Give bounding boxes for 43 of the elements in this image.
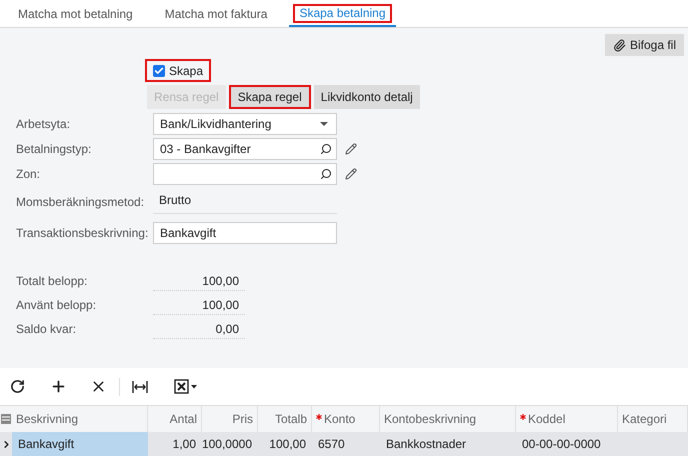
total-value: 100,00 bbox=[153, 296, 245, 314]
fit-columns-icon[interactable] bbox=[132, 380, 148, 392]
table-cell-text: Bankkostnader bbox=[386, 436, 466, 453]
edit-icon[interactable] bbox=[345, 142, 357, 154]
table-row[interactable]: Bankavgift 1,00 100,0000 100,00 6570 Bankkostnader 00-00-00-0000 bbox=[0, 432, 688, 456]
paperclip-icon bbox=[612, 38, 626, 52]
dropdown-field[interactable]: Bank/Likvidhantering bbox=[153, 112, 337, 134]
total-label: Använt belopp: bbox=[15, 297, 98, 314]
dropdown-arrow-icon bbox=[320, 122, 328, 126]
tab[interactable]: Matcha mot betalning bbox=[8, 0, 143, 27]
tab[interactable]: Skapa betalning bbox=[289, 0, 396, 27]
rule-button[interactable]: Likvidkonto detalj bbox=[314, 85, 420, 109]
total-label: Saldo kvar: bbox=[15, 321, 78, 338]
export-excel-icon[interactable] bbox=[174, 378, 198, 394]
table-cell-text: 100,0000 bbox=[202, 436, 252, 453]
field-label: Momsberäkningsmetod: bbox=[15, 194, 146, 211]
search-icon bbox=[320, 168, 332, 180]
field-label: Zon: bbox=[15, 166, 42, 182]
table-cell-text: 1,00 bbox=[172, 436, 196, 453]
rule-button[interactable]: Skapa regel bbox=[228, 85, 311, 109]
table-cell-text: 6570 bbox=[318, 436, 345, 453]
table-cell-text: Bankavgift bbox=[18, 436, 74, 453]
field-label: Transaktionsbeskrivning: bbox=[15, 225, 150, 242]
table-cell-text: 100,00 bbox=[269, 436, 306, 453]
create-checkbox[interactable]: Skapa bbox=[145, 59, 212, 82]
refresh-icon[interactable] bbox=[10, 379, 25, 394]
tab[interactable]: Matcha mot faktura bbox=[154, 0, 278, 27]
table-cell-text: 00-00-00-0000 bbox=[522, 436, 601, 453]
add-icon[interactable] bbox=[50, 378, 67, 395]
field-label: Betalningstyp: bbox=[15, 140, 92, 158]
total-value: 100,00 bbox=[153, 272, 245, 290]
input-field[interactable]: Bankavgift bbox=[153, 222, 337, 244]
check-icon bbox=[154, 66, 164, 76]
total-label: Totalt belopp: bbox=[15, 273, 88, 290]
grid-settings-icon[interactable] bbox=[0, 413, 12, 425]
field-value: Brutto bbox=[153, 190, 337, 214]
field-label: Arbetsyta: bbox=[15, 116, 72, 132]
lookup-field[interactable] bbox=[153, 162, 337, 184]
attach-file-button[interactable]: Bifoga fil bbox=[604, 34, 684, 56]
edit-icon[interactable] bbox=[345, 168, 357, 180]
search-icon bbox=[320, 142, 332, 154]
total-value: 0,00 bbox=[153, 320, 245, 338]
lookup-field[interactable]: 03 - Bankavgifter bbox=[153, 138, 337, 160]
